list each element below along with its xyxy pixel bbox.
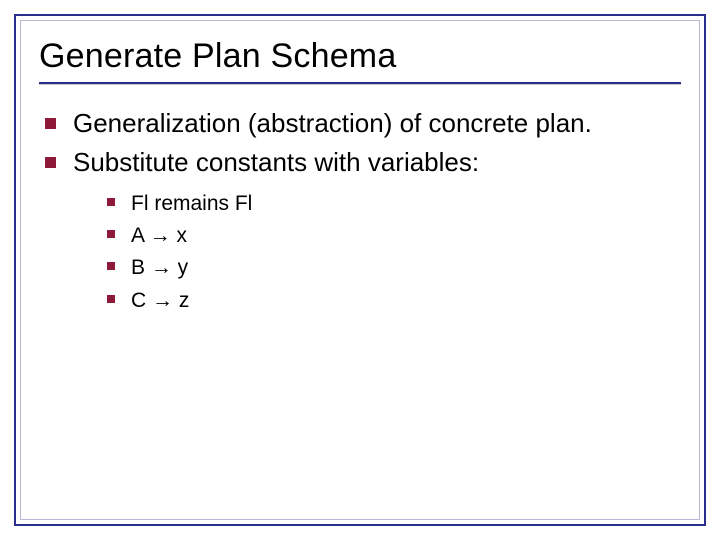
square-bullet-icon (107, 198, 115, 206)
bullet-text: Generalization (abstraction) of concrete… (73, 108, 592, 138)
outer-border: Generate Plan Schema Generalization (abs… (14, 14, 706, 526)
sub-bullet-text: B → y (131, 256, 188, 279)
sub-bullet-item: B → y (73, 254, 681, 282)
title-underline-shadow (39, 84, 681, 85)
bullet-text: Substitute constants with variables: (73, 147, 479, 177)
slide-content: Generalization (abstraction) of concrete… (39, 107, 681, 315)
sub-bullet-text: C → z (131, 289, 189, 312)
sub-bullet-item: A → x (73, 222, 681, 250)
sub-bullet-text: Fl remains Fl (131, 192, 252, 215)
square-bullet-icon (107, 262, 115, 270)
title-underline-main (39, 82, 681, 84)
bullet-item: Substitute constants with variables: Fl … (39, 146, 681, 315)
square-bullet-icon (107, 230, 115, 238)
bullet-item: Generalization (abstraction) of concrete… (39, 107, 681, 140)
slide-title: Generate Plan Schema (39, 37, 681, 76)
square-bullet-icon (107, 295, 115, 303)
title-underline (39, 82, 681, 85)
sub-bullet-item: C → z (73, 287, 681, 315)
inner-border: Generate Plan Schema Generalization (abs… (20, 20, 700, 520)
sub-bullet-list: Fl remains Fl A → x B → y (73, 190, 681, 315)
bullet-list: Generalization (abstraction) of concrete… (39, 107, 681, 315)
slide: Generate Plan Schema Generalization (abs… (0, 0, 720, 540)
sub-bullet-item: Fl remains Fl (73, 190, 681, 218)
square-bullet-icon (45, 118, 56, 129)
square-bullet-icon (45, 157, 56, 168)
sub-bullet-text: A → x (131, 224, 187, 247)
